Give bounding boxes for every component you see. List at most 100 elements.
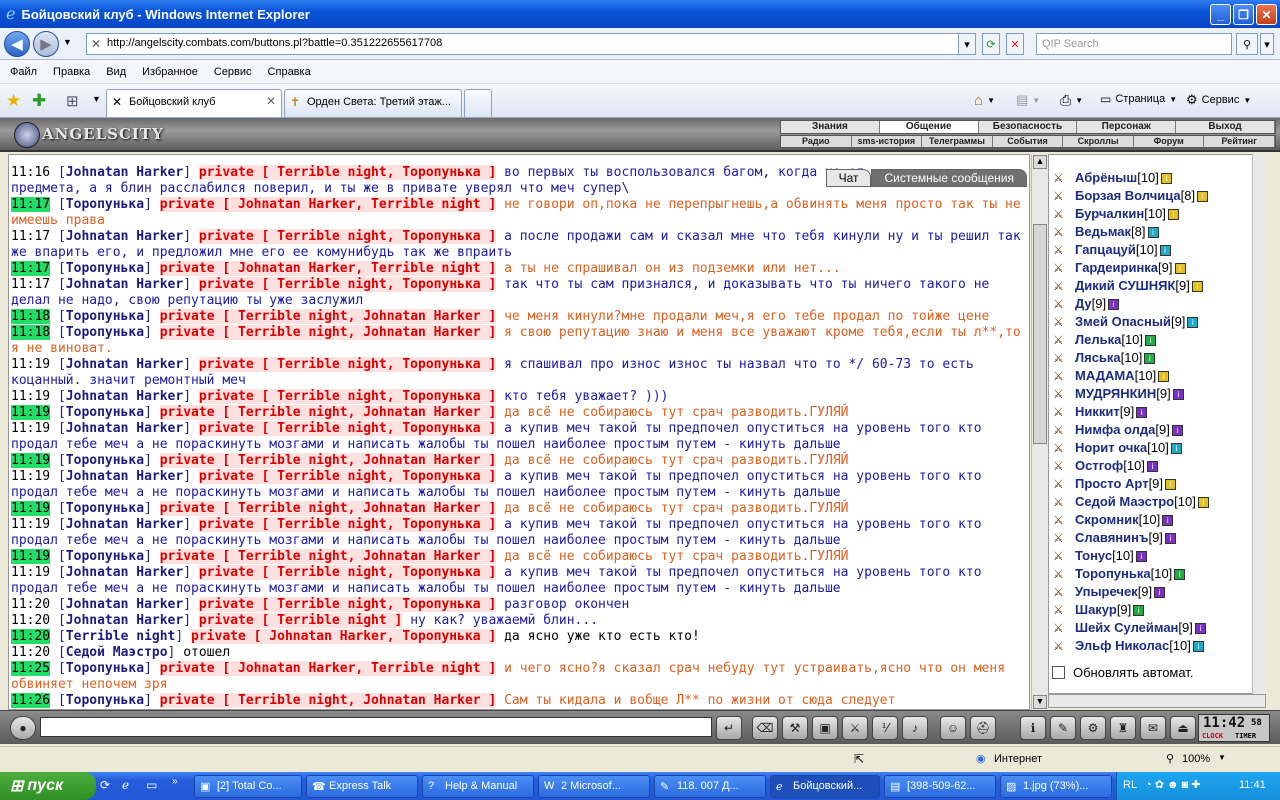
quicklaunch-icon[interactable]: ⟳ [100, 778, 110, 792]
attack-icon[interactable]: ⚔ [1053, 565, 1075, 583]
task-fight-club[interactable]: ℯ Бойцовский... [770, 775, 880, 798]
sound-icon[interactable]: ♪ [902, 716, 928, 740]
user-row[interactable]: ⚔ Остгоф [10] i [1053, 457, 1263, 475]
castle-icon[interactable]: ♜ [1110, 716, 1136, 740]
chat-username[interactable]: Johnatan Harker [66, 357, 183, 372]
user-row[interactable]: ⚔ Абрёныш [10] i [1053, 169, 1263, 187]
user-name[interactable]: Дикий СУШНЯК [1075, 277, 1175, 295]
menu-view[interactable]: Вид [106, 66, 126, 78]
private-recipients[interactable]: private [ Terrible night, Johnatan Harke… [159, 693, 497, 708]
nav-character[interactable]: Персонаж [1077, 121, 1177, 133]
maximize-button[interactable]: ❐ [1233, 4, 1254, 25]
fighter-icon[interactable]: ⚔ [842, 716, 868, 740]
user-info-icon[interactable]: i [1192, 640, 1204, 652]
attack-icon[interactable]: ⚔ [1053, 295, 1075, 313]
user-name[interactable]: МУДРЯНКИН [1075, 385, 1156, 403]
user-info-icon[interactable]: i [1187, 316, 1199, 328]
user-name[interactable]: Борзая Волчица [1075, 187, 1181, 205]
user-row[interactable]: ⚔ Норит очка [10] i [1053, 439, 1263, 457]
zoom-level[interactable]: 100% [1182, 753, 1210, 765]
chat-input[interactable] [40, 717, 712, 737]
scroll-up-icon[interactable]: ▲ [1033, 155, 1047, 169]
task-microsoft[interactable]: W2 Microsof... [538, 775, 650, 798]
attack-icon[interactable]: ⚔ [1053, 313, 1075, 331]
user-info-icon[interactable]: i [1135, 550, 1147, 562]
chat-username[interactable]: Седой Маэстро [66, 645, 168, 660]
nav-radio[interactable]: Радио [781, 136, 852, 147]
user-info-icon[interactable]: i [1147, 226, 1159, 238]
private-recipients[interactable]: private [ Terrible night, Торопунька ] [198, 389, 497, 404]
user-row[interactable]: ⚔ Ляська [10] i [1053, 349, 1263, 367]
stop-icon[interactable]: ✕ [1006, 33, 1024, 55]
user-name[interactable]: Шейх Сулейман [1075, 619, 1178, 637]
user-info-icon[interactable]: i [1159, 244, 1171, 256]
user-info-icon[interactable]: i [1160, 172, 1172, 184]
private-recipients[interactable]: private [ Terrible night, Johnatan Harke… [159, 501, 497, 516]
user-info-icon[interactable]: i [1197, 496, 1209, 508]
private-recipients[interactable]: private [ Terrible night, Торопунька ] [198, 165, 497, 180]
exit-icon[interactable]: ⏏ [1170, 716, 1196, 740]
send-icon[interactable]: ↵ [716, 716, 742, 740]
user-row[interactable]: ⚔ Никкит [9] i [1053, 403, 1263, 421]
tab-close-icon[interactable]: ✕ [266, 94, 276, 108]
user-row[interactable]: ⚔ Просто Арт [9] i [1053, 475, 1263, 493]
private-recipients[interactable]: private [ Johnatan Harker, Terrible nigh… [159, 261, 497, 276]
tab-order-of-light[interactable]: ✝ Орден Света: Третий этаж... [284, 89, 462, 117]
user-name[interactable]: Шакур [1075, 601, 1117, 619]
tab-fight-club[interactable]: ✕ Бойцовский клуб ✕ [106, 89, 282, 117]
chat-username[interactable]: Торопунька [66, 501, 144, 516]
user-name[interactable]: Гардеиринка [1075, 259, 1158, 277]
chat-username[interactable]: Торопунька [66, 197, 144, 212]
user-row[interactable]: ⚔ Шакур [9] i [1053, 601, 1263, 619]
user-info-icon[interactable]: i [1136, 406, 1148, 418]
save-icon[interactable]: ▣ [812, 716, 838, 740]
private-recipients[interactable]: private [ Terrible night, Johnatan Harke… [159, 325, 497, 340]
attack-icon[interactable]: ⚔ [1053, 169, 1075, 187]
user-info-icon[interactable]: i [1197, 190, 1209, 202]
attack-icon[interactable]: ⚔ [1053, 349, 1075, 367]
clear-icon[interactable]: ⌫ [752, 716, 778, 740]
chat-username[interactable]: Торопунька [66, 309, 144, 324]
minimize-button[interactable]: _ [1210, 4, 1231, 25]
speed-icon[interactable]: ⅟ [872, 716, 898, 740]
user-row[interactable]: ⚔ Дикий СУШНЯК [9] i [1053, 277, 1263, 295]
menu-file[interactable]: Файл [10, 66, 37, 78]
chat-username[interactable]: Торопунька [66, 325, 144, 340]
user-info-icon[interactable]: i [1174, 568, 1186, 580]
chat-username[interactable]: Торопунька [66, 261, 144, 276]
private-recipients[interactable]: private [ Terrible night, Торопунька ] [198, 421, 497, 436]
user-info-icon[interactable]: i [1165, 478, 1177, 490]
user-name[interactable]: Лелька [1075, 331, 1121, 349]
attack-icon[interactable]: ⚔ [1053, 403, 1075, 421]
menu-favorites[interactable]: Избранное [142, 66, 198, 78]
zoom-dropdown-icon[interactable]: ▼ [1218, 753, 1226, 762]
chat-username[interactable]: Johnatan Harker [66, 565, 183, 580]
user-row[interactable]: ⚔ Торопунька [10] i [1053, 565, 1263, 583]
user-name[interactable]: Нимфа олда [1075, 421, 1155, 439]
nav-knowledge[interactable]: Знания [781, 121, 880, 133]
tab-system-messages[interactable]: Системные сообщения [871, 169, 1027, 187]
attack-icon[interactable]: ⚔ [1053, 187, 1075, 205]
user-name[interactable]: Ляська [1075, 349, 1121, 367]
user-name[interactable]: Бурчалкин [1075, 205, 1144, 223]
attack-icon[interactable]: ⚔ [1053, 277, 1075, 295]
attack-icon[interactable]: ⚔ [1053, 367, 1075, 385]
chat-username[interactable]: Johnatan Harker [66, 613, 183, 628]
auto-refresh-toggle[interactable]: Обновлять автомат. [1052, 662, 1252, 682]
nav-sms-history[interactable]: sms-история [852, 136, 923, 147]
user-info-icon[interactable]: i [1191, 280, 1203, 292]
user-info-icon[interactable]: i [1154, 586, 1166, 598]
attack-icon[interactable]: ⚔ [1053, 205, 1075, 223]
user-name[interactable]: Абрёныш [1075, 169, 1137, 187]
attack-icon[interactable]: ⚔ [1053, 511, 1075, 529]
private-recipients[interactable]: private [ Terrible night, Торопунька ] [198, 517, 497, 532]
helmet-icon[interactable]: ⛑ [970, 716, 996, 740]
scroll-icon[interactable]: ✎ [1050, 716, 1076, 740]
quick-tabs-icon[interactable]: ⊞ [66, 92, 79, 110]
user-row[interactable]: ⚔ МАДАМА [10] i [1053, 367, 1263, 385]
chat-username[interactable]: Johnatan Harker [66, 165, 183, 180]
menu-tools[interactable]: Сервис [214, 66, 252, 78]
user-name[interactable]: Никкит [1075, 403, 1120, 421]
task-qip[interactable]: ▤ [398-509-62... [884, 775, 996, 798]
nav-scrolls[interactable]: Скроллы [1063, 136, 1134, 147]
